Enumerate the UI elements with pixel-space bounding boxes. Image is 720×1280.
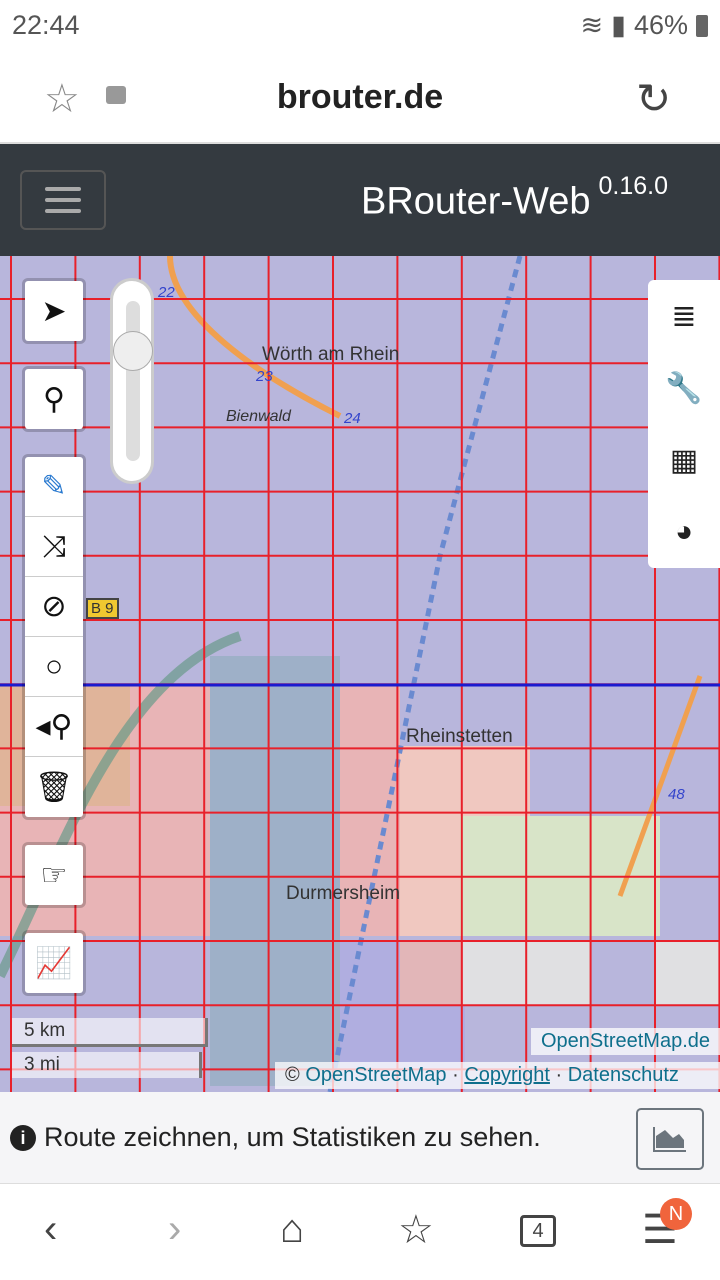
stats-message: Route zeichnen, um Statistiken zu sehen. xyxy=(44,1122,541,1152)
separator: · xyxy=(555,1064,563,1086)
search-icon[interactable]: ⚲ xyxy=(25,369,83,429)
beeline-control[interactable]: ☞ xyxy=(22,842,86,908)
map-label: Rheinstetten xyxy=(406,726,513,747)
menu-toggle-button[interactable] xyxy=(20,170,106,230)
map-label: Wörth am Rhein xyxy=(262,344,400,365)
road-number: 23 xyxy=(256,368,273,385)
privacy-link[interactable]: Datenschutz xyxy=(568,1064,679,1086)
back-icon[interactable]: ‹ xyxy=(44,1207,57,1252)
locate-control[interactable]: ➤ xyxy=(22,278,86,344)
clock: 22:44 xyxy=(12,10,80,40)
pie-chart-icon[interactable]: ◕ xyxy=(648,496,720,568)
locate-icon[interactable]: ➤ xyxy=(25,281,83,341)
tab-count: 4 xyxy=(532,1220,544,1242)
reload-icon[interactable]: ↻ xyxy=(636,74,671,123)
battery-icon xyxy=(696,14,708,37)
no-go-icon[interactable]: ⊘ xyxy=(25,577,83,637)
chart-icon[interactable]: 📈 xyxy=(25,933,83,993)
osm-link[interactable]: OpenStreetMap xyxy=(305,1064,446,1086)
tabs-button[interactable]: 4 xyxy=(520,1215,556,1247)
info-icon: i xyxy=(10,1125,36,1151)
elevation-toggle-button[interactable] xyxy=(636,1108,704,1170)
map-grid-overlay xyxy=(0,256,720,1092)
battery-percent: 46% xyxy=(633,10,688,40)
app-version: 0.16.0 xyxy=(598,172,668,200)
draw-toolbar: ✎ ⤨ ⊘ ○ ◂⚲ 🗑 xyxy=(22,454,86,820)
url-field[interactable]: brouter.de xyxy=(0,78,720,117)
wrench-icon[interactable]: 🔧 xyxy=(648,352,720,424)
status-bar: 22:44 ≋ ▮ 46% xyxy=(0,0,720,52)
road-number: 24 xyxy=(344,410,361,427)
right-sidebar-tabs: ≣ 🔧 ▦ ◕ xyxy=(648,280,720,568)
map-label: Bienwald xyxy=(226,408,291,425)
separator: · xyxy=(452,1064,459,1086)
table-icon[interactable]: ▦ xyxy=(648,424,720,496)
copyright-link[interactable]: Copyright xyxy=(464,1064,550,1086)
map[interactable]: Wörth am Rhein Bienwald Rheinstetten Dur… xyxy=(0,256,720,1092)
pencil-icon[interactable]: ✎ xyxy=(25,457,83,517)
layers-icon[interactable]: ≣ xyxy=(648,280,720,352)
copyright-symbol: © xyxy=(285,1064,300,1086)
forward-icon[interactable]: › xyxy=(168,1207,181,1252)
scale-imperial: 3 mi xyxy=(12,1052,202,1078)
osm-de-link[interactable]: OpenStreetMap.de xyxy=(541,1030,710,1052)
circle-icon[interactable]: ○ xyxy=(25,637,83,697)
address-bar: ☆ brouter.de ↻ xyxy=(0,52,720,144)
tile-attribution: OpenStreetMap.de xyxy=(531,1028,720,1055)
road-number: 48 xyxy=(668,786,685,803)
map-attribution: © OpenStreetMap · Copyright · Datenschut… xyxy=(275,1062,720,1089)
app-title: BRouter-Web 0.16.0 xyxy=(360,172,668,224)
map-label: Durmersheim xyxy=(286,883,401,904)
wifi-icon: ≋ xyxy=(580,10,604,40)
zoom-slider-knob[interactable] xyxy=(113,331,153,371)
hand-pointer-icon[interactable]: ☞ xyxy=(25,845,83,905)
search-control[interactable]: ⚲ xyxy=(22,366,86,432)
browser-bottom-nav: ‹ › ⌂ ☆ 4 ☰ xyxy=(0,1185,720,1280)
trash-icon[interactable]: 🗑 xyxy=(25,757,83,817)
home-icon[interactable]: ⌂ xyxy=(280,1207,304,1252)
elevation-control[interactable]: 📈 xyxy=(22,930,86,996)
road-shield: B 9 xyxy=(86,598,119,619)
bookmarks-icon[interactable]: ☆ xyxy=(398,1207,434,1253)
zoom-slider[interactable] xyxy=(110,278,154,484)
road-number: 22 xyxy=(158,284,175,301)
app-name: BRouter-Web xyxy=(360,180,591,223)
area-chart-icon xyxy=(653,1127,686,1152)
scale-metric: 5 km xyxy=(12,1018,208,1047)
shuffle-icon[interactable]: ⤨ xyxy=(25,517,83,577)
signal-icon: ▮ xyxy=(611,10,626,40)
stats-bar: i Route zeichnen, um Statistiken zu sehen… xyxy=(0,1092,720,1184)
marker-icon[interactable]: ◂⚲ xyxy=(25,697,83,757)
app-navbar: BRouter-Web 0.16.0 xyxy=(0,144,720,256)
menu-badge: N xyxy=(660,1198,692,1230)
